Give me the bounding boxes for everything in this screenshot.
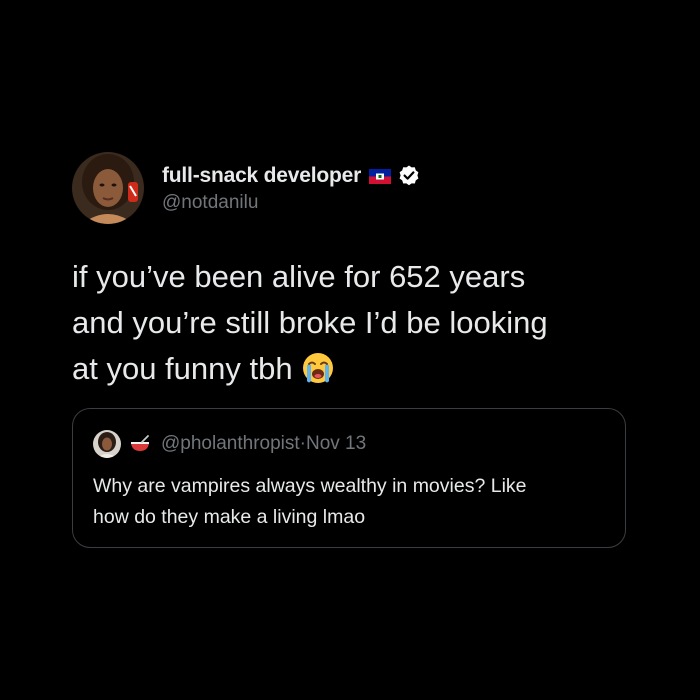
quoted-tweet-date[interactable]: Nov 13 [306, 433, 366, 455]
tweet-line-last: at you funny tbh [72, 346, 632, 392]
loudly-crying-face-icon [301, 351, 335, 385]
quoted-line: Why are vampires always wealthy in movie… [93, 475, 527, 497]
tweet-line: if you’ve been alive for 652 years [72, 259, 526, 294]
haiti-flag-icon [369, 168, 392, 184]
author-names: full-snack developer @notdanilu [162, 162, 421, 214]
author-avatar-image [72, 152, 144, 224]
quoted-author-handle[interactable]: @pholanthropist [161, 433, 300, 455]
quoted-tweet-body: Why are vampires always wealthy in movie… [93, 471, 613, 533]
tweet-header: full-snack developer @notdanilu [72, 152, 632, 224]
bowl-with-spoon-icon [129, 433, 151, 455]
name-row: full-snack developer [162, 162, 421, 190]
tweet-body: if you’ve been alive for 652 years and y… [72, 254, 632, 392]
quoted-author-avatar[interactable] [93, 430, 121, 458]
author-handle[interactable]: @notdanilu [162, 192, 421, 214]
quoted-line: how do they make a living lmao [93, 506, 366, 528]
tweet-line: and you’re still broke I’d be looking [72, 305, 548, 340]
verified-badge-icon [397, 164, 421, 188]
author-display-name[interactable]: full-snack developer [162, 164, 361, 188]
tweet-card: full-snack developer @notdanilu if you’v… [72, 152, 632, 392]
quoted-tweet[interactable]: @pholanthropist · Nov 13 Why are vampire… [72, 408, 626, 548]
tweet-line-text: at you funny tbh [72, 351, 293, 386]
quoted-tweet-header: @pholanthropist · Nov 13 [93, 429, 366, 459]
author-avatar[interactable] [72, 152, 144, 224]
